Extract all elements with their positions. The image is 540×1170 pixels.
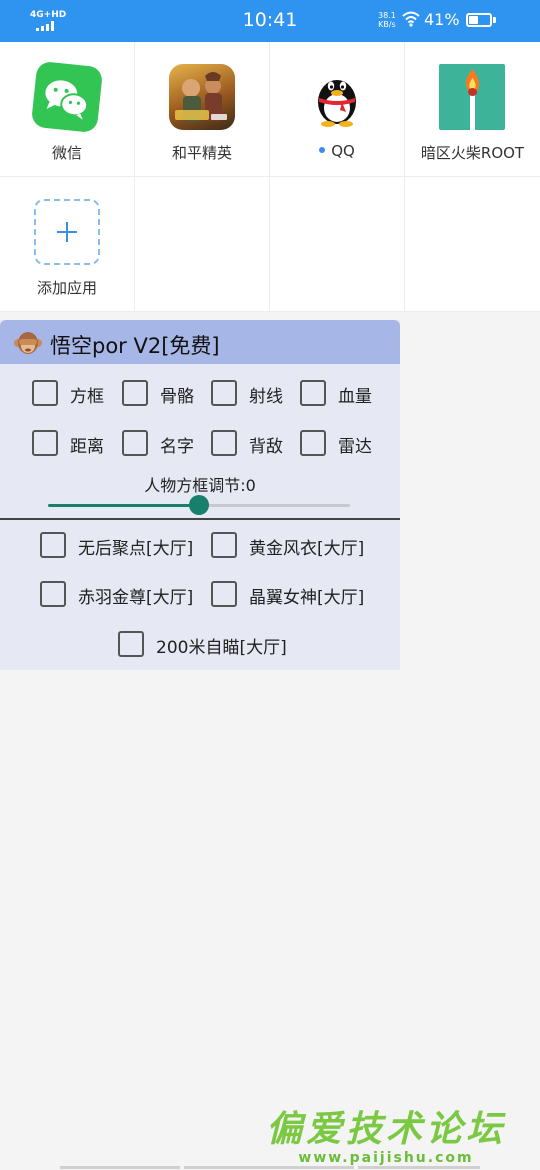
app-label: 暗区火柴ROOT xyxy=(420,144,525,162)
checkbox-square xyxy=(32,380,58,406)
panel-header[interactable]: 悟空por V2[免费] xyxy=(0,320,400,364)
checkbox-square xyxy=(211,532,237,558)
checkbox-box[interactable]: 方框 xyxy=(32,378,112,408)
checkbox-distance[interactable]: 距离 xyxy=(32,428,112,458)
checkbox-label: 黄金风衣[大厅] xyxy=(249,539,365,559)
qq-label: QQ xyxy=(331,142,355,160)
floating-panel: 悟空por V2[免费] 方框 骨骼 射线 血量 距离 名字 背敌 雷达 人物方… xyxy=(0,320,400,670)
status-bar: 4G+HD 10:41 38.1 KB/s 41% xyxy=(0,0,540,42)
checkbox-square xyxy=(122,380,148,406)
checkbox-square xyxy=(32,430,58,456)
monkey-icon xyxy=(14,332,42,354)
checkbox-square xyxy=(118,631,144,657)
app-wechat[interactable]: 微信 xyxy=(0,42,135,177)
checkbox-health[interactable]: 血量 xyxy=(300,378,380,408)
watermark-url: www.paijishu.com xyxy=(298,1150,474,1166)
checkbox-label: 200米自瞄[大厅] xyxy=(156,638,287,658)
add-icon xyxy=(34,199,100,265)
checkbox-crystal-wing[interactable]: 晶翼女神[大厅] xyxy=(211,579,381,609)
checkbox-label: 名字 xyxy=(160,437,194,457)
app-match-root[interactable]: 暗区火柴ROOT xyxy=(405,42,540,177)
bottom-indicator xyxy=(60,1166,480,1170)
app-peace-elite[interactable]: 和平精英 xyxy=(135,42,270,177)
app-add[interactable]: 添加应用 xyxy=(0,177,135,312)
qq-penguin-icon xyxy=(304,64,370,130)
watermark-title: 偏爱技术论坛 xyxy=(265,1109,506,1150)
checkbox-label: 晶翼女神[大厅] xyxy=(249,588,365,608)
new-badge-dot xyxy=(319,146,326,153)
panel-title: 悟空por V2[免费] xyxy=(50,334,220,358)
checkbox-skeleton[interactable]: 骨骼 xyxy=(122,378,202,408)
checkbox-square xyxy=(300,430,326,456)
watermark: 偏爱技术论坛 www.paijishu.com xyxy=(246,1100,526,1166)
checkbox-label: 方框 xyxy=(70,387,104,407)
empty-cell xyxy=(405,177,540,312)
status-right: 38.1 KB/s 41% xyxy=(374,10,514,32)
checkbox-square xyxy=(122,430,148,456)
slider-fill xyxy=(48,504,199,507)
checkbox-square xyxy=(40,532,66,558)
checkbox-no-recoil[interactable]: 无后聚点[大厅] xyxy=(40,530,210,560)
checkbox-square xyxy=(211,430,237,456)
battery-tip xyxy=(493,17,496,23)
battery-icon xyxy=(466,13,492,27)
network-speed: 38.1 KB/s xyxy=(378,11,396,29)
checkbox-aimbot-200m[interactable]: 200米自瞄[大厅] xyxy=(118,629,298,659)
app-label: 添加应用 xyxy=(36,279,97,297)
checkbox-square xyxy=(211,380,237,406)
empty-cell xyxy=(135,177,270,312)
app-grid: 微信 和平精英 QQ 暗区火柴ROOT 添加应用 xyxy=(0,42,540,312)
checkbox-label: 血量 xyxy=(338,387,372,407)
checkbox-red-feather[interactable]: 赤羽金尊[大厅] xyxy=(40,579,210,609)
checkbox-square xyxy=(300,380,326,406)
checkbox-ray[interactable]: 射线 xyxy=(211,378,291,408)
checkbox-label: 无后聚点[大厅] xyxy=(78,539,194,559)
checkbox-name[interactable]: 名字 xyxy=(122,428,202,458)
checkbox-label: 雷达 xyxy=(338,437,372,457)
peace-elite-icon xyxy=(169,64,235,130)
checkbox-square xyxy=(211,581,237,607)
checkbox-golden-coat[interactable]: 黄金风衣[大厅] xyxy=(211,530,381,560)
checkbox-label: 距离 xyxy=(70,437,104,457)
battery-percent: 41% xyxy=(424,10,460,29)
wifi-icon xyxy=(402,11,420,27)
speed-unit: KB/s xyxy=(378,20,396,29)
app-label: 和平精英 xyxy=(171,144,232,162)
checkbox-label: 背敌 xyxy=(249,437,283,457)
slider-thumb[interactable] xyxy=(189,495,209,515)
app-label: 微信 xyxy=(51,144,82,162)
wechat-icon xyxy=(30,60,104,134)
checkbox-radar[interactable]: 雷达 xyxy=(300,428,380,458)
checkbox-label: 射线 xyxy=(249,387,283,407)
checkbox-label: 赤羽金尊[大厅] xyxy=(78,588,194,608)
slider-label: 人物方框调节:0 xyxy=(144,476,256,495)
checkbox-label: 骨骼 xyxy=(160,387,194,407)
checkbox-behind-enemy[interactable]: 背敌 xyxy=(211,428,291,458)
match-icon xyxy=(439,64,505,130)
app-qq[interactable]: QQ xyxy=(270,42,405,177)
divider xyxy=(0,518,400,520)
app-label: QQ xyxy=(270,142,404,160)
checkbox-square xyxy=(40,581,66,607)
empty-cell xyxy=(270,177,405,312)
speed-value: 38.1 xyxy=(378,11,396,20)
